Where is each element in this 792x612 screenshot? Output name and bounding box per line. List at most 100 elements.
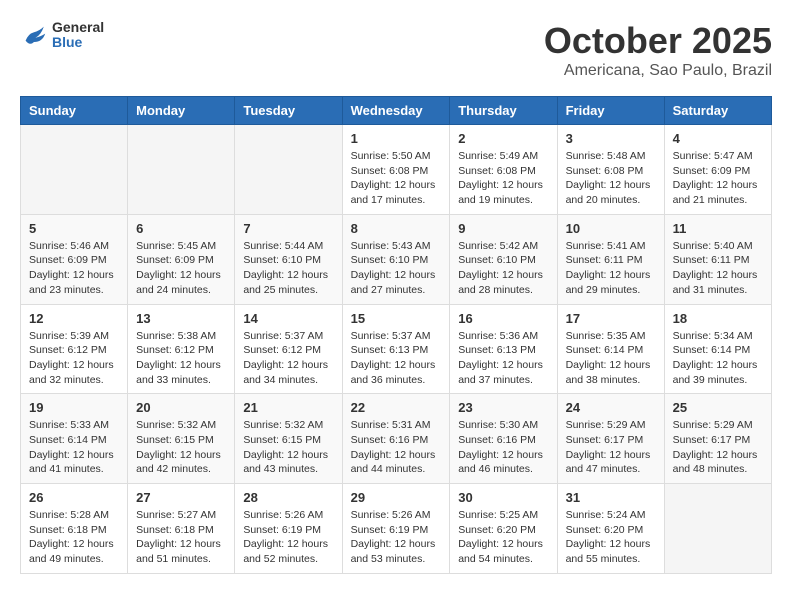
day-number: 15 — [351, 311, 442, 326]
day-info: Sunrise: 5:37 AM Sunset: 6:12 PM Dayligh… — [243, 329, 333, 388]
logo-text: General Blue — [52, 20, 104, 51]
day-info: Sunrise: 5:28 AM Sunset: 6:18 PM Dayligh… — [29, 508, 119, 567]
day-number: 18 — [673, 311, 763, 326]
day-info: Sunrise: 5:29 AM Sunset: 6:17 PM Dayligh… — [566, 418, 656, 477]
day-number: 11 — [673, 221, 763, 236]
calendar-cell: 21Sunrise: 5:32 AM Sunset: 6:15 PM Dayli… — [235, 394, 342, 484]
calendar-week-row: 12 Sunrise: 5:39 AM Sunset: 6:12 PM Dayli… — [21, 304, 772, 394]
page-header: General Blue October 2025 Americana, Sao… — [20, 20, 772, 80]
day-info: Sunrise: 5:46 AM Sunset: 6:09 PM Dayligh… — [29, 239, 119, 298]
calendar-header-friday: Friday — [557, 97, 664, 125]
calendar-cell: 19Sunrise: 5:33 AM Sunset: 6:14 PM Dayli… — [21, 394, 128, 484]
day-info: Sunrise: 5:48 AM Sunset: 6:08 PM Dayligh… — [566, 149, 656, 208]
calendar-cell: 13Sunrise: 5:38 AM Sunset: 6:12 PM Dayli… — [128, 304, 235, 394]
day-info: Sunrise: 5:37 AM Sunset: 6:13 PM Dayligh… — [351, 329, 442, 388]
calendar-cell: 31 Sunrise: 5:24 AM Sunset: 6:20 PM Dayli… — [557, 484, 664, 574]
calendar-cell — [128, 125, 235, 215]
calendar-cell: 24Sunrise: 5:29 AM Sunset: 6:17 PM Dayli… — [557, 394, 664, 484]
day-number: 10 — [566, 221, 656, 236]
day-number: 6 — [136, 221, 226, 236]
calendar-cell: 6 Sunrise: 5:45 AM Sunset: 6:09 PM Daylig… — [128, 214, 235, 304]
calendar-cell: 2Sunrise: 5:49 AM Sunset: 6:08 PM Daylig… — [450, 125, 557, 215]
title-section: October 2025 Americana, Sao Paulo, Brazi… — [544, 20, 772, 80]
day-info: Sunrise: 5:47 AM Sunset: 6:09 PM Dayligh… — [673, 149, 763, 208]
calendar-header-tuesday: Tuesday — [235, 97, 342, 125]
calendar-header-wednesday: Wednesday — [342, 97, 450, 125]
calendar-subtitle: Americana, Sao Paulo, Brazil — [544, 62, 772, 80]
day-number: 8 — [351, 221, 442, 236]
day-info: Sunrise: 5:32 AM Sunset: 6:15 PM Dayligh… — [136, 418, 226, 477]
calendar-title: October 2025 — [544, 20, 772, 62]
logo-icon — [20, 21, 48, 49]
day-number: 14 — [243, 311, 333, 326]
day-info: Sunrise: 5:36 AM Sunset: 6:13 PM Dayligh… — [458, 329, 548, 388]
logo-general: General — [52, 20, 104, 35]
day-info: Sunrise: 5:30 AM Sunset: 6:16 PM Dayligh… — [458, 418, 548, 477]
calendar-cell: 22 Sunrise: 5:31 AM Sunset: 6:16 PM Dayli… — [342, 394, 450, 484]
calendar-cell: 8 Sunrise: 5:43 AM Sunset: 6:10 PM Daylig… — [342, 214, 450, 304]
day-info: Sunrise: 5:29 AM Sunset: 6:17 PM Dayligh… — [673, 418, 763, 477]
calendar-week-row: 26 Sunrise: 5:28 AM Sunset: 6:18 PM Dayli… — [21, 484, 772, 574]
day-number: 23 — [458, 400, 548, 415]
calendar-header-thursday: Thursday — [450, 97, 557, 125]
calendar-cell — [664, 484, 771, 574]
day-number: 3 — [566, 131, 656, 146]
day-number: 28 — [243, 490, 333, 505]
day-number: 9 — [458, 221, 548, 236]
day-number: 7 — [243, 221, 333, 236]
day-info: Sunrise: 5:49 AM Sunset: 6:08 PM Dayligh… — [458, 149, 548, 208]
day-number: 27 — [136, 490, 226, 505]
day-number: 26 — [29, 490, 119, 505]
day-info: Sunrise: 5:50 AM Sunset: 6:08 PM Dayligh… — [351, 149, 442, 208]
logo-blue: Blue — [52, 35, 104, 50]
day-info: Sunrise: 5:26 AM Sunset: 6:19 PM Dayligh… — [351, 508, 442, 567]
day-info: Sunrise: 5:31 AM Sunset: 6:16 PM Dayligh… — [351, 418, 442, 477]
day-info: Sunrise: 5:34 AM Sunset: 6:14 PM Dayligh… — [673, 329, 763, 388]
calendar-cell: 3 Sunrise: 5:48 AM Sunset: 6:08 PM Daylig… — [557, 125, 664, 215]
day-number: 22 — [351, 400, 442, 415]
calendar-week-row: 1 Sunrise: 5:50 AM Sunset: 6:08 PM Daylig… — [21, 125, 772, 215]
day-info: Sunrise: 5:45 AM Sunset: 6:09 PM Dayligh… — [136, 239, 226, 298]
day-info: Sunrise: 5:42 AM Sunset: 6:10 PM Dayligh… — [458, 239, 548, 298]
calendar-cell: 16 Sunrise: 5:36 AM Sunset: 6:13 PM Dayli… — [450, 304, 557, 394]
calendar-cell — [235, 125, 342, 215]
day-number: 1 — [351, 131, 442, 146]
day-info: Sunrise: 5:39 AM Sunset: 6:12 PM Dayligh… — [29, 329, 119, 388]
day-number: 5 — [29, 221, 119, 236]
calendar-header-saturday: Saturday — [664, 97, 771, 125]
calendar-cell: 9 Sunrise: 5:42 AM Sunset: 6:10 PM Daylig… — [450, 214, 557, 304]
calendar-cell: 28Sunrise: 5:26 AM Sunset: 6:19 PM Dayli… — [235, 484, 342, 574]
day-info: Sunrise: 5:38 AM Sunset: 6:12 PM Dayligh… — [136, 329, 226, 388]
calendar-cell: 14 Sunrise: 5:37 AM Sunset: 6:12 PM Dayli… — [235, 304, 342, 394]
day-number: 4 — [673, 131, 763, 146]
calendar-cell: 30 Sunrise: 5:25 AM Sunset: 6:20 PM Dayli… — [450, 484, 557, 574]
calendar-header-row: SundayMondayTuesdayWednesdayThursdayFrid… — [21, 97, 772, 125]
day-info: Sunrise: 5:24 AM Sunset: 6:20 PM Dayligh… — [566, 508, 656, 567]
day-number: 12 — [29, 311, 119, 326]
day-info: Sunrise: 5:33 AM Sunset: 6:14 PM Dayligh… — [29, 418, 119, 477]
day-info: Sunrise: 5:43 AM Sunset: 6:10 PM Dayligh… — [351, 239, 442, 298]
day-number: 16 — [458, 311, 548, 326]
calendar-cell: 26 Sunrise: 5:28 AM Sunset: 6:18 PM Dayli… — [21, 484, 128, 574]
calendar-header-monday: Monday — [128, 97, 235, 125]
calendar-table: SundayMondayTuesdayWednesdayThursdayFrid… — [20, 96, 772, 574]
day-number: 20 — [136, 400, 226, 415]
calendar-cell: 5 Sunrise: 5:46 AM Sunset: 6:09 PM Daylig… — [21, 214, 128, 304]
day-number: 31 — [566, 490, 656, 505]
calendar-week-row: 5 Sunrise: 5:46 AM Sunset: 6:09 PM Daylig… — [21, 214, 772, 304]
day-info: Sunrise: 5:27 AM Sunset: 6:18 PM Dayligh… — [136, 508, 226, 567]
day-info: Sunrise: 5:35 AM Sunset: 6:14 PM Dayligh… — [566, 329, 656, 388]
day-number: 29 — [351, 490, 442, 505]
day-number: 30 — [458, 490, 548, 505]
calendar-cell: 27 Sunrise: 5:27 AM Sunset: 6:18 PM Dayli… — [128, 484, 235, 574]
day-info: Sunrise: 5:41 AM Sunset: 6:11 PM Dayligh… — [566, 239, 656, 298]
calendar-cell: 18 Sunrise: 5:34 AM Sunset: 6:14 PM Dayli… — [664, 304, 771, 394]
calendar-cell: 17Sunrise: 5:35 AM Sunset: 6:14 PM Dayli… — [557, 304, 664, 394]
day-number: 25 — [673, 400, 763, 415]
calendar-cell: 7 Sunrise: 5:44 AM Sunset: 6:10 PM Daylig… — [235, 214, 342, 304]
day-info: Sunrise: 5:44 AM Sunset: 6:10 PM Dayligh… — [243, 239, 333, 298]
calendar-cell: 25 Sunrise: 5:29 AM Sunset: 6:17 PM Dayli… — [664, 394, 771, 484]
day-info: Sunrise: 5:25 AM Sunset: 6:20 PM Dayligh… — [458, 508, 548, 567]
calendar-cell: 29 Sunrise: 5:26 AM Sunset: 6:19 PM Dayli… — [342, 484, 450, 574]
day-info: Sunrise: 5:32 AM Sunset: 6:15 PM Dayligh… — [243, 418, 333, 477]
